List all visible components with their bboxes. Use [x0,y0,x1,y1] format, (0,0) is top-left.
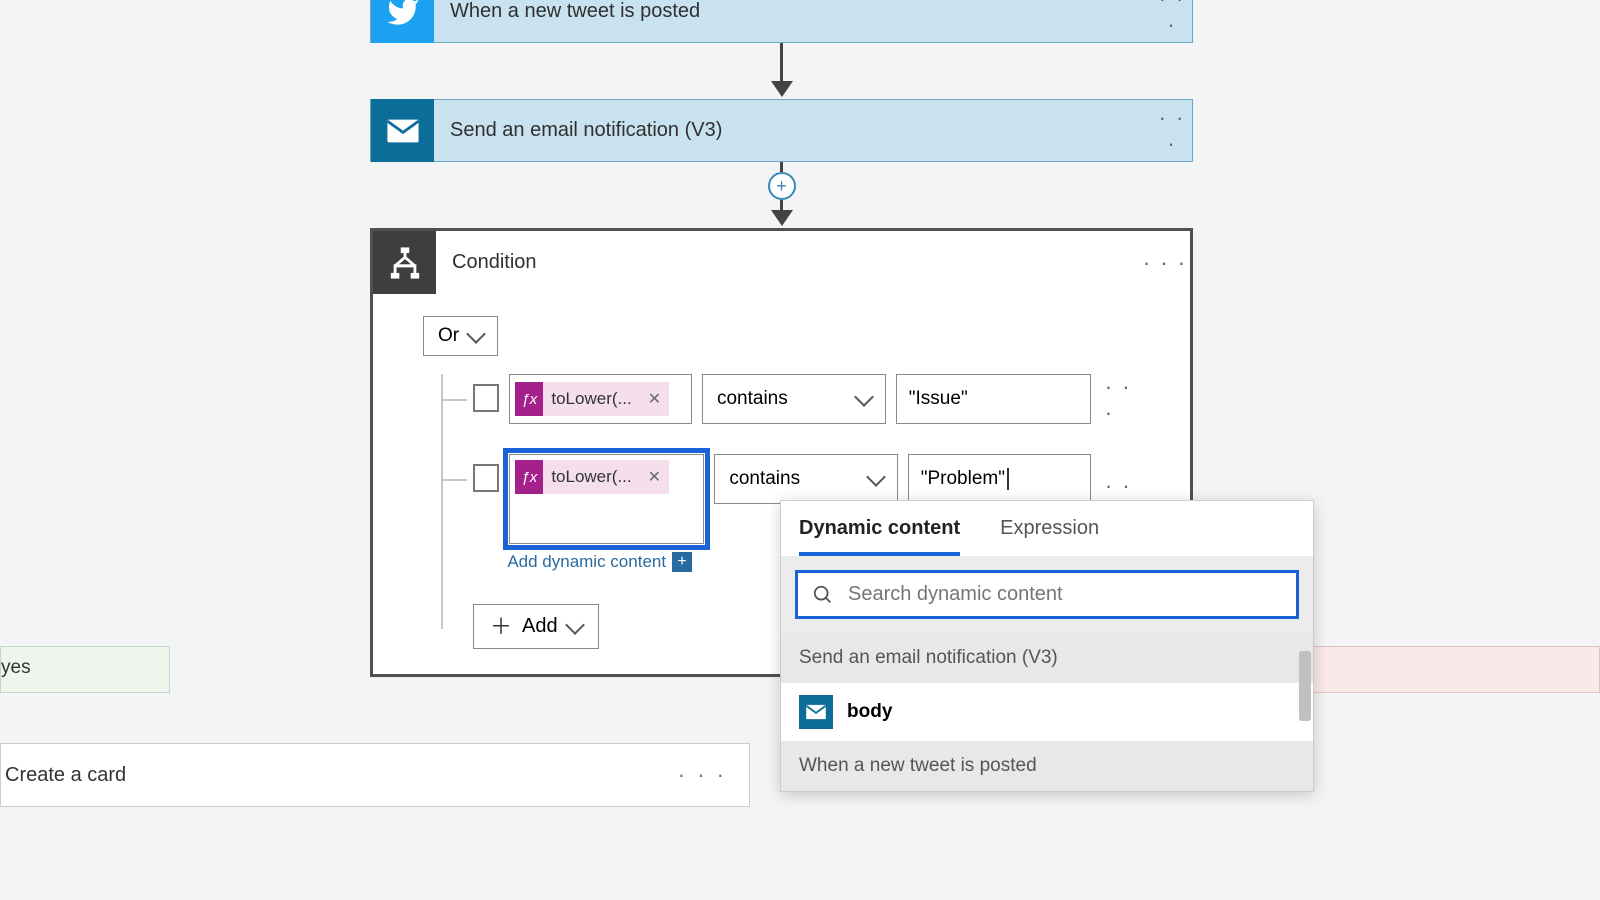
operator-label: contains [729,468,800,490]
trigger-step-title: When a new tweet is posted [434,0,1152,23]
dc-item-label: body [847,701,892,723]
operator-label: contains [717,388,788,410]
right-operand-input[interactable]: "Problem" [908,454,1091,504]
connector-arrow-with-add: + [370,162,1193,228]
mail-icon [799,695,833,729]
twitter-icon [371,0,434,43]
create-card-step[interactable]: Create a card · · · [0,743,750,807]
row-menu-icon[interactable]: · · · [1101,374,1150,426]
left-operand-input[interactable]: ƒx toLower(... ✕ [509,374,692,424]
condition-row: ƒx toLower(... ✕ contains · · · [441,374,1150,426]
chevron-down-icon [854,387,874,407]
chevron-down-icon [565,615,585,635]
step-menu-icon[interactable]: · · · [1152,105,1192,157]
condition-header[interactable]: Condition · · · [373,231,1190,294]
popover-tabs: Dynamic content Expression [781,501,1313,556]
add-dynamic-content-link[interactable]: Add dynamic content + [507,552,692,572]
logic-operator-dropdown[interactable]: Or [423,316,498,356]
step-menu-icon[interactable]: · · · [678,762,745,788]
branch-yes: yes [0,646,170,693]
condition-title: Condition [436,231,1140,294]
row-checkbox[interactable] [473,384,499,412]
tree-line [441,479,467,481]
mail-icon [371,99,434,162]
plus-icon: + [672,552,692,572]
dc-section-header: When a new tweet is posted [781,741,1313,791]
left-operand-input[interactable]: ƒx toLower(... ✕ [509,454,704,544]
add-step-button[interactable]: + [768,172,796,200]
logic-operator-label: Or [438,325,459,347]
search-input[interactable] [848,583,1282,606]
expression-token[interactable]: ƒx toLower(... ✕ [515,460,669,494]
operator-select[interactable]: contains [702,374,886,424]
plus-icon: ＋ [490,616,512,638]
fx-icon: ƒx [515,460,543,494]
condition-menu-icon[interactable]: · · · [1140,250,1190,276]
fx-icon: ƒx [515,382,543,416]
row-checkbox[interactable] [473,464,499,492]
condition-icon [373,231,436,294]
scrollbar-thumb[interactable] [1299,651,1311,721]
operator-select[interactable]: contains [714,454,897,504]
remove-token-icon[interactable]: ✕ [640,467,669,487]
search-area [781,556,1313,633]
dynamic-content-popover: Dynamic content Expression Send an email… [780,500,1314,792]
text-caret [1007,468,1009,490]
expression-token-label: toLower(... [543,467,639,487]
trigger-step-card[interactable]: When a new tweet is posted · · · [370,0,1193,43]
tab-expression[interactable]: Expression [1000,517,1099,556]
branch-yes-label: yes [1,657,31,678]
add-row-label: Add [522,615,558,638]
chevron-down-icon [866,467,886,487]
dc-item-body[interactable]: body [781,683,1313,741]
add-row-button[interactable]: ＋ Add [473,604,599,649]
branch-no [1280,646,1600,693]
add-dynamic-content-label: Add dynamic content [507,552,666,572]
right-operand-value: "Problem" [921,468,1005,490]
action-step-title: Send an email notification (V3) [434,119,1152,142]
action-step-card[interactable]: Send an email notification (V3) · · · [370,99,1193,162]
chevron-down-icon [466,324,486,344]
expression-token[interactable]: ƒx toLower(... ✕ [515,382,669,416]
dc-section-header: Send an email notification (V3) [781,633,1313,683]
expression-token-label: toLower(... [543,389,639,409]
right-operand-input[interactable] [896,374,1091,424]
connector-arrow [370,43,1193,99]
tab-dynamic-content[interactable]: Dynamic content [799,517,960,556]
search-icon [812,584,834,606]
search-box[interactable] [795,570,1299,619]
step-menu-icon[interactable]: · · · [1152,0,1192,38]
tree-line [441,399,467,401]
create-card-label: Create a card [5,764,126,787]
remove-token-icon[interactable]: ✕ [640,389,669,409]
